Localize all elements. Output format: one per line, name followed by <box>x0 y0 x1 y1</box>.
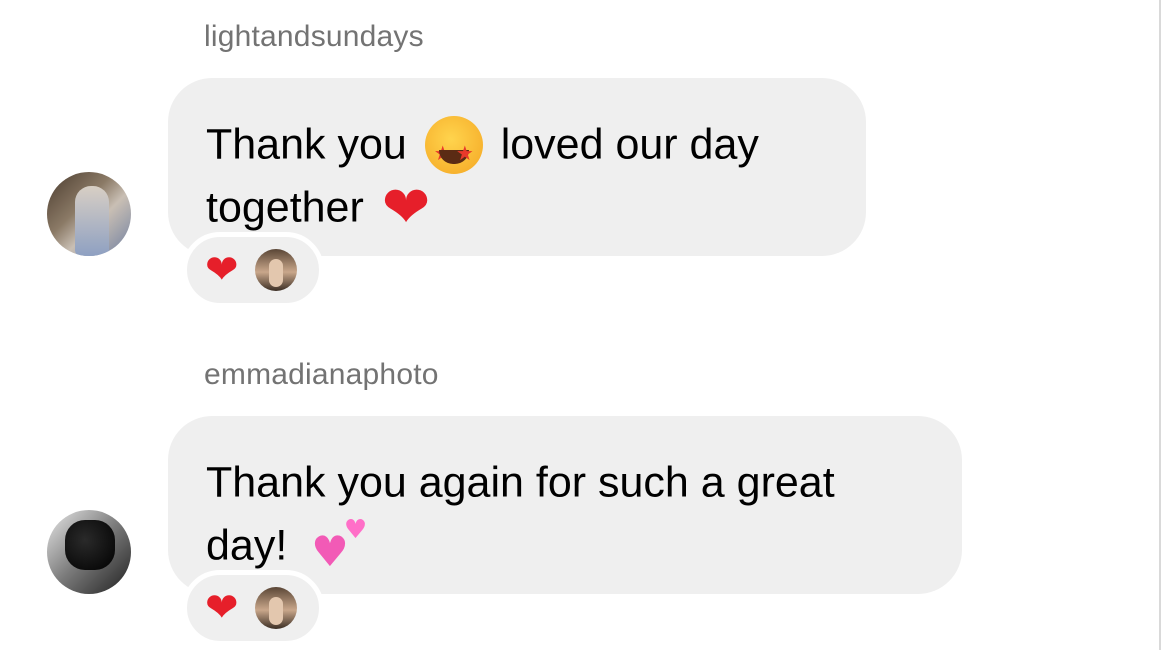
reactions-pill[interactable]: ❤ <box>182 232 324 308</box>
message-text-segment: together <box>206 183 364 232</box>
message-bubble[interactable]: Thank you loved our day together ❤ <box>168 78 866 256</box>
message-text-segment: Thank you again for such a great <box>206 458 835 507</box>
message-text-segment: day! <box>206 521 288 570</box>
reactions-pill[interactable]: ❤ <box>182 570 324 646</box>
message-text: Thank you again for such a great day! ♥ ♥ <box>206 450 922 575</box>
message-text: Thank you loved our day together ❤ <box>206 112 826 237</box>
message-text-segment: loved our day <box>500 120 759 169</box>
star-struck-emoji-icon <box>424 115 483 184</box>
chat-thread: lightandsundays Thank you loved our day … <box>0 0 1161 650</box>
reaction-heart-icon: ❤ <box>205 585 239 631</box>
message-bubble[interactable]: Thank you again for such a great day! ♥ ♥ <box>168 416 962 594</box>
two-hearts-icon: ♥ ♥ <box>311 515 368 577</box>
reactor-avatar <box>254 587 297 629</box>
avatar[interactable] <box>47 172 131 256</box>
red-heart-icon: ❤ <box>381 173 431 242</box>
sender-username[interactable]: lightandsundays <box>204 20 424 54</box>
sender-username[interactable]: emmadianaphoto <box>204 358 439 392</box>
reaction-heart-icon: ❤ <box>205 247 239 293</box>
reactor-avatar <box>254 249 297 291</box>
avatar[interactable] <box>47 510 131 594</box>
message-text-segment: Thank you <box>206 120 407 169</box>
